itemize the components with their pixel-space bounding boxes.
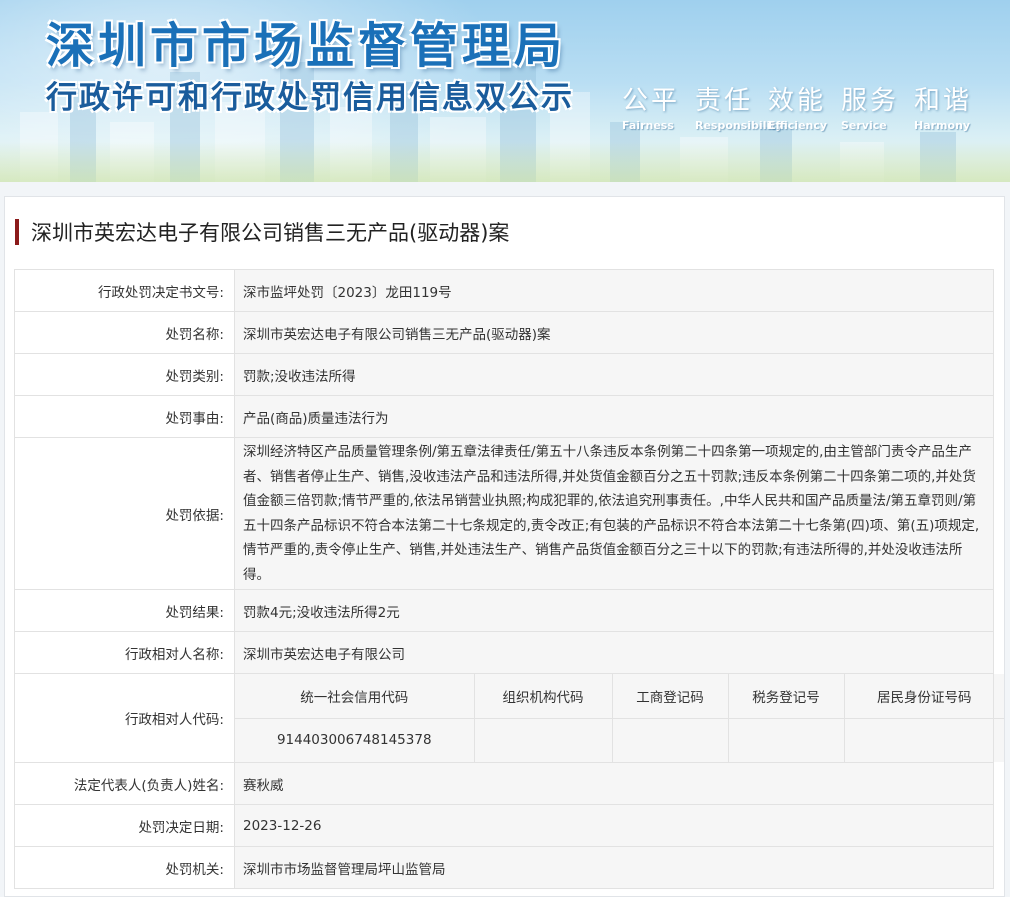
- legal-rep-value: 赛秋威: [234, 762, 994, 805]
- row-label: 行政处罚决定书文号:: [14, 269, 235, 312]
- table-row: 处罚类别: 罚款;没收违法所得: [14, 353, 994, 396]
- table-row: 处罚决定日期: 2023-12-26: [14, 804, 994, 847]
- row-label: 处罚名称:: [14, 311, 235, 354]
- banner-ground: [0, 142, 1010, 182]
- slogan-fairness: 公平 Fairness: [622, 80, 695, 132]
- slogan-en: Responsibility: [695, 119, 783, 132]
- authority-value: 深圳市市场监督管理局坪山监管局: [234, 846, 994, 889]
- slogan-en: Efficiency: [768, 119, 828, 132]
- code-header-row: 统一社会信用代码 组织机构代码 工商登记码 税务登记号 居民身份证号码: [235, 674, 1004, 719]
- row-label: 法定代表人(负责人)姓名:: [14, 762, 235, 805]
- header-banner: 深圳市市场监督管理局 行政许可和行政处罚信用信息双公示 公平 Fairness …: [0, 0, 1010, 182]
- table-row: 处罚依据: 深圳经济特区产品质量管理条例/第五章法律责任/第五十八条违反本条例第…: [14, 437, 994, 590]
- row-label: 处罚结果:: [14, 589, 235, 632]
- party-code-table: 统一社会信用代码 组织机构代码 工商登记码 税务登记号 居民身份证号码 9144…: [235, 674, 1004, 762]
- case-title: 深圳市英宏达电子有限公司销售三无产品(驱动器)案: [31, 221, 510, 245]
- slogan-en: Harmony: [914, 119, 971, 132]
- code-header: 居民身份证号码: [843, 674, 1004, 719]
- table-row: 法定代表人(负责人)姓名: 赛秋威: [14, 762, 994, 805]
- penalty-reason-value: 产品(商品)质量违法行为: [234, 395, 994, 438]
- row-label: 处罚类别:: [14, 353, 235, 396]
- table-row: 处罚名称: 深圳市英宏达电子有限公司销售三无产品(驱动器)案: [14, 311, 994, 354]
- penalty-category-value: 罚款;没收违法所得: [234, 353, 994, 396]
- row-label: 处罚机关:: [14, 846, 235, 889]
- table-row: 处罚结果: 罚款4元;没收违法所得2元: [14, 589, 994, 632]
- case-heading: 深圳市英宏达电子有限公司销售三无产品(驱动器)案: [15, 217, 509, 247]
- row-label: 处罚决定日期:: [14, 804, 235, 847]
- slogan-harmony: 和谐 Harmony: [914, 80, 987, 132]
- tax-reg-value: [727, 717, 845, 762]
- table-row: 行政相对人代码: 统一社会信用代码 组织机构代码 工商登记码 税务登记号 居民身…: [14, 673, 1004, 763]
- site-title: 深圳市市场监督管理局: [46, 18, 567, 74]
- business-reg-value: [611, 717, 729, 762]
- slogan-list: 公平 Fairness 责任 Responsibility 效能 Efficie…: [622, 80, 987, 132]
- slogan-service: 服务 Service: [841, 80, 914, 132]
- code-header: 统一社会信用代码: [235, 674, 475, 719]
- slogan-cn: 责任: [695, 86, 754, 116]
- row-label: 处罚事由:: [14, 395, 235, 438]
- penalty-basis-value: 深圳经济特区产品质量管理条例/第五章法律责任/第五十八条违反本条例第二十四条第一…: [234, 437, 994, 590]
- code-header: 工商登记码: [611, 674, 729, 719]
- heading-accent-bar: [15, 219, 19, 245]
- penalty-info-table: 行政处罚决定书文号: 深市监坪处罚〔2023〕龙田119号 处罚名称: 深圳市英…: [14, 269, 1004, 889]
- detail-panel: 深圳市英宏达电子有限公司销售三无产品(驱动器)案 行政处罚决定书文号: 深市监坪…: [4, 196, 1005, 897]
- slogan-responsibility: 责任 Responsibility: [695, 80, 783, 132]
- slogan-en: Service: [841, 119, 887, 132]
- slogan-en: Fairness: [622, 119, 674, 132]
- code-header: 组织机构代码: [473, 674, 613, 719]
- row-label: 行政相对人名称:: [14, 631, 235, 674]
- slogan-cn: 效能: [768, 86, 827, 116]
- id-card-value: [843, 717, 1004, 762]
- slogan-cn: 服务: [841, 86, 900, 116]
- code-value-row: 914403006748145378: [235, 717, 1004, 762]
- row-label: 处罚依据:: [14, 437, 235, 590]
- table-row: 行政处罚决定书文号: 深市监坪处罚〔2023〕龙田119号: [14, 269, 994, 312]
- table-row: 处罚机关: 深圳市市场监督管理局坪山监管局: [14, 846, 994, 889]
- table-row: 行政相对人名称: 深圳市英宏达电子有限公司: [14, 631, 994, 674]
- penalty-name-value: 深圳市英宏达电子有限公司销售三无产品(驱动器)案: [234, 311, 994, 354]
- code-header: 税务登记号: [727, 674, 845, 719]
- decision-date-value: 2023-12-26: [234, 804, 994, 847]
- slogan-cn: 和谐: [914, 86, 973, 116]
- row-label: 行政相对人代码:: [14, 673, 235, 763]
- credit-code-value: 914403006748145378: [235, 717, 475, 762]
- table-row: 处罚事由: 产品(商品)质量违法行为: [14, 395, 994, 438]
- slogan-efficiency: 效能 Efficiency: [768, 80, 841, 132]
- decision-number-value: 深市监坪处罚〔2023〕龙田119号: [234, 269, 994, 312]
- party-name-value: 深圳市英宏达电子有限公司: [234, 631, 994, 674]
- party-code-cell: 统一社会信用代码 组织机构代码 工商登记码 税务登记号 居民身份证号码 9144…: [234, 673, 1004, 763]
- org-code-value: [473, 717, 613, 762]
- site-subtitle: 行政许可和行政处罚信用信息双公示: [46, 80, 574, 116]
- penalty-result-value: 罚款4元;没收违法所得2元: [234, 589, 994, 632]
- slogan-cn: 公平: [622, 86, 681, 116]
